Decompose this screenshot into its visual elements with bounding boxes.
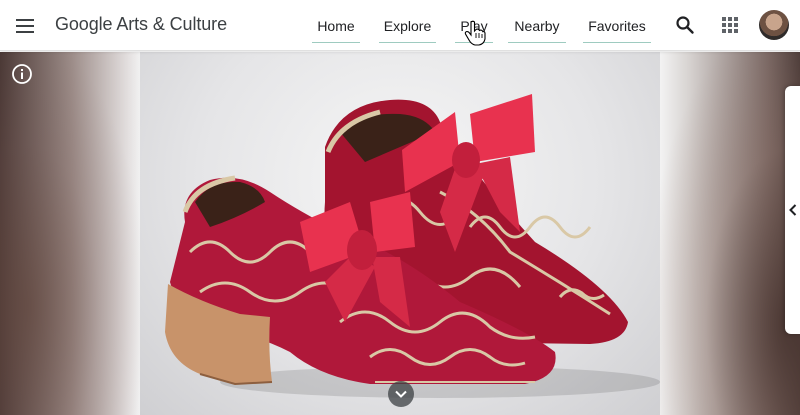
search-button[interactable] [669, 9, 701, 41]
nav-explore-underline [379, 42, 436, 43]
nav-favorites-label: Favorites [588, 17, 646, 34]
search-icon [676, 16, 694, 34]
nav-play[interactable]: Play [455, 0, 493, 51]
nav-home-label: Home [317, 17, 355, 34]
details-panel-toggle[interactable] [785, 86, 800, 334]
account-avatar[interactable] [759, 10, 789, 40]
nav-explore-label: Explore [383, 17, 432, 34]
main-menu-button[interactable] [10, 11, 40, 41]
nav-home-underline [312, 42, 360, 43]
nav-nearby-underline [508, 42, 566, 43]
brand-logo[interactable]: Google Arts & Culture [55, 14, 227, 35]
artwork-image-shoes[interactable] [140, 52, 660, 415]
scroll-down-button[interactable] [388, 381, 414, 407]
blurred-previous-artwork[interactable] [0, 52, 140, 415]
nav-favorites[interactable]: Favorites [583, 0, 651, 51]
nav-play-label: Play [460, 17, 488, 34]
info-button[interactable] [11, 63, 33, 85]
apps-button[interactable] [714, 9, 746, 41]
embroidered-shoes-image [165, 94, 660, 398]
chevron-down-icon [395, 390, 407, 398]
blurred-next-artwork[interactable] [660, 52, 800, 415]
nav-play-underline [455, 42, 493, 43]
hamburger-menu-icon [16, 19, 34, 33]
nav-favorites-underline [583, 42, 651, 43]
apps-grid-icon [722, 17, 738, 33]
artwork-stage [0, 52, 800, 415]
nav-nearby-label: Nearby [514, 17, 560, 34]
info-icon [12, 64, 32, 84]
nav-home[interactable]: Home [312, 0, 360, 51]
nav-explore[interactable]: Explore [379, 0, 436, 51]
chevron-left-icon [788, 204, 796, 216]
nav-nearby[interactable]: Nearby [508, 0, 566, 51]
top-app-bar: Google Arts & Culture Home Explore Play … [0, 0, 800, 51]
